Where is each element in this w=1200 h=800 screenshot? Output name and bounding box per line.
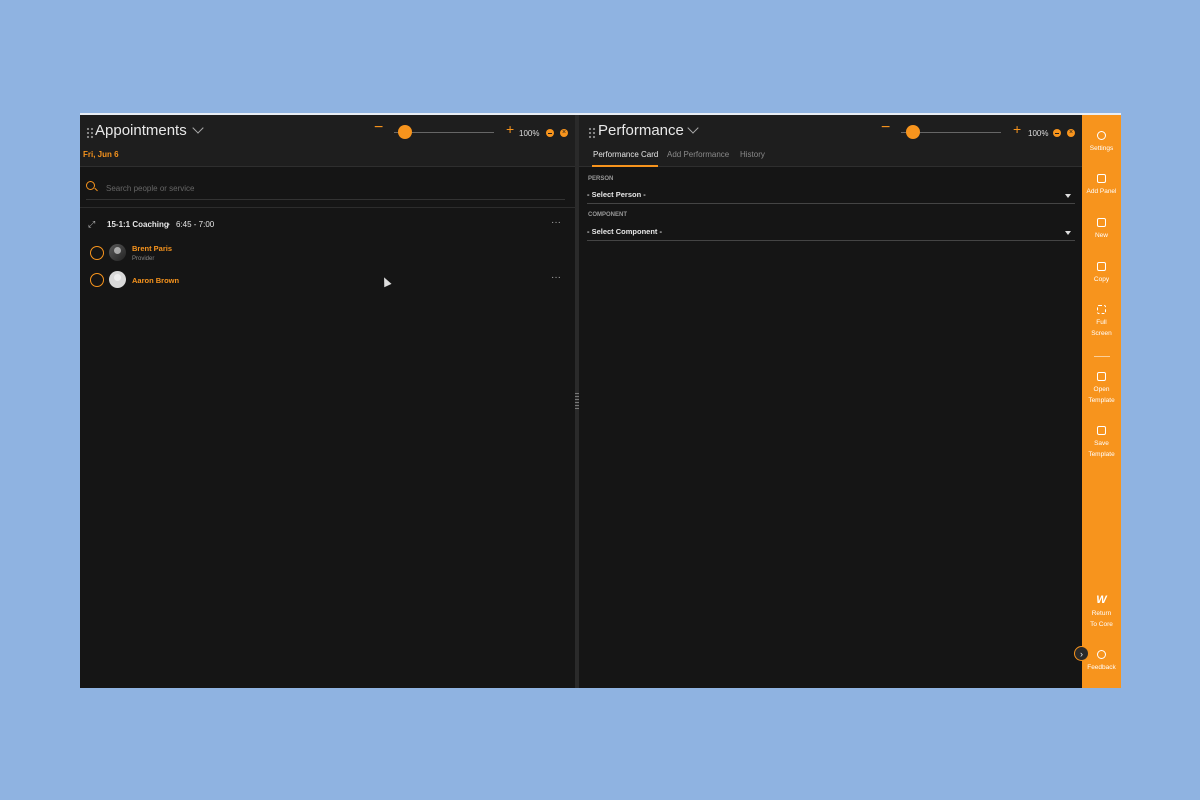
chevron-down-icon[interactable] (687, 122, 699, 134)
person-select[interactable]: - Select Person - (587, 187, 1075, 204)
service-name[interactable]: 15-1:1 Coaching (107, 220, 169, 229)
zoom-slider-knob[interactable] (398, 125, 412, 139)
avatar (109, 244, 126, 261)
lightbulb-icon (1097, 650, 1106, 659)
gear-icon (1097, 131, 1106, 140)
fullscreen-icon (1097, 305, 1106, 314)
tab-add-performance[interactable]: Add Performance (667, 150, 729, 159)
zoom-slider-knob[interactable] (906, 125, 920, 139)
return-to-core-label: Return To Core (1090, 610, 1113, 628)
tab-bar: Performance Card Add Performance History (579, 147, 1082, 167)
add-panel-button[interactable]: Add Panel (1082, 174, 1121, 197)
search-input[interactable] (106, 180, 506, 196)
person-name[interactable]: Brent Paris (132, 244, 172, 253)
minimize-panel-icon[interactable] (1053, 129, 1061, 137)
full-screen-button[interactable]: Full Screen (1082, 305, 1121, 339)
divider (80, 207, 575, 208)
appointment-more-icon[interactable]: ··· (551, 217, 561, 228)
new-label: New (1094, 232, 1108, 239)
copy-icon (1097, 262, 1106, 271)
open-template-label: Open Template (1088, 386, 1115, 404)
avatar (109, 271, 126, 288)
status-ring[interactable] (90, 273, 104, 287)
chevron-down-icon[interactable] (192, 122, 204, 134)
folder-icon (1097, 372, 1106, 381)
panel-title[interactable]: Appointments (95, 122, 187, 139)
zoom-out-button[interactable]: − (374, 120, 383, 136)
panel-title[interactable]: Performance (598, 122, 684, 139)
search-bar (86, 177, 565, 200)
zoom-level: 100% (1028, 129, 1049, 138)
search-icon (86, 181, 95, 190)
close-panel-icon[interactable]: × (560, 129, 568, 137)
w-logo-icon: W (1096, 594, 1107, 606)
separator-dot: • (167, 220, 170, 229)
component-label: COMPONENT (588, 212, 627, 218)
zoom-in-button[interactable]: + (1013, 122, 1021, 136)
person-role: Provider (132, 256, 155, 262)
zoom-level: 100% (519, 129, 540, 138)
side-toolbar: Settings Add Panel New Copy Full Screen … (1082, 115, 1121, 688)
add-panel-label: Add Panel (1086, 188, 1117, 195)
appointments-header: Appointments − + 100% × Fri, Jun 6 (80, 115, 575, 167)
person-select-value: - Select Person - (587, 190, 646, 199)
person-name[interactable]: Aaron Brown (132, 276, 179, 285)
tab-performance-card[interactable]: Performance Card (593, 150, 658, 159)
feedback-label: Feedback (1087, 664, 1116, 671)
copy-button[interactable]: Copy (1082, 262, 1121, 285)
zoom-out-button[interactable]: − (881, 120, 890, 136)
return-to-core-button[interactable]: W Return To Core (1082, 594, 1121, 630)
person-label: PERSON (588, 176, 614, 182)
performance-panel: Performance − + 100% × Performance Card … (579, 115, 1082, 688)
minimize-panel-icon[interactable] (546, 129, 554, 137)
caret-down-icon (1065, 231, 1071, 235)
app-window: Appointments − + 100% × Fri, Jun 6 ⤢ 15-… (80, 113, 1121, 688)
new-icon (1097, 218, 1106, 227)
full-screen-label: Full Screen (1091, 319, 1112, 337)
settings-label: Settings (1089, 145, 1114, 152)
close-panel-icon[interactable]: × (1067, 129, 1075, 137)
save-icon (1097, 426, 1106, 435)
appointments-panel: Appointments − + 100% × Fri, Jun 6 ⤢ 15-… (80, 115, 575, 688)
settings-button[interactable]: Settings (1082, 131, 1121, 154)
new-button[interactable]: New (1082, 218, 1121, 241)
cursor-icon (380, 275, 392, 288)
save-template-label: Save Template (1088, 440, 1115, 458)
add-panel-icon (1097, 174, 1106, 183)
person-more-icon[interactable]: ··· (551, 272, 561, 283)
drag-handle-icon[interactable] (86, 127, 94, 139)
active-tab-indicator (592, 165, 658, 167)
service-icon: ⤢ (88, 219, 96, 229)
drag-handle-icon[interactable] (588, 127, 596, 139)
chevron-right-icon[interactable]: › (1074, 646, 1089, 661)
appointment-time: 6:45 - 7:00 (176, 220, 215, 229)
tab-history[interactable]: History (740, 150, 765, 159)
open-template-button[interactable]: Open Template (1082, 372, 1121, 406)
date-label[interactable]: Fri, Jun 6 (83, 150, 119, 159)
save-template-button[interactable]: Save Template (1082, 426, 1121, 460)
caret-down-icon (1065, 194, 1071, 198)
status-ring[interactable] (90, 246, 104, 260)
performance-header: Performance − + 100% × Performance Card … (579, 115, 1082, 167)
zoom-in-button[interactable]: + (506, 122, 514, 136)
component-select[interactable]: - Select Component - (587, 224, 1075, 241)
rail-divider (1094, 356, 1110, 357)
copy-label: Copy (1093, 276, 1110, 283)
component-select-value: - Select Component - (587, 227, 663, 236)
